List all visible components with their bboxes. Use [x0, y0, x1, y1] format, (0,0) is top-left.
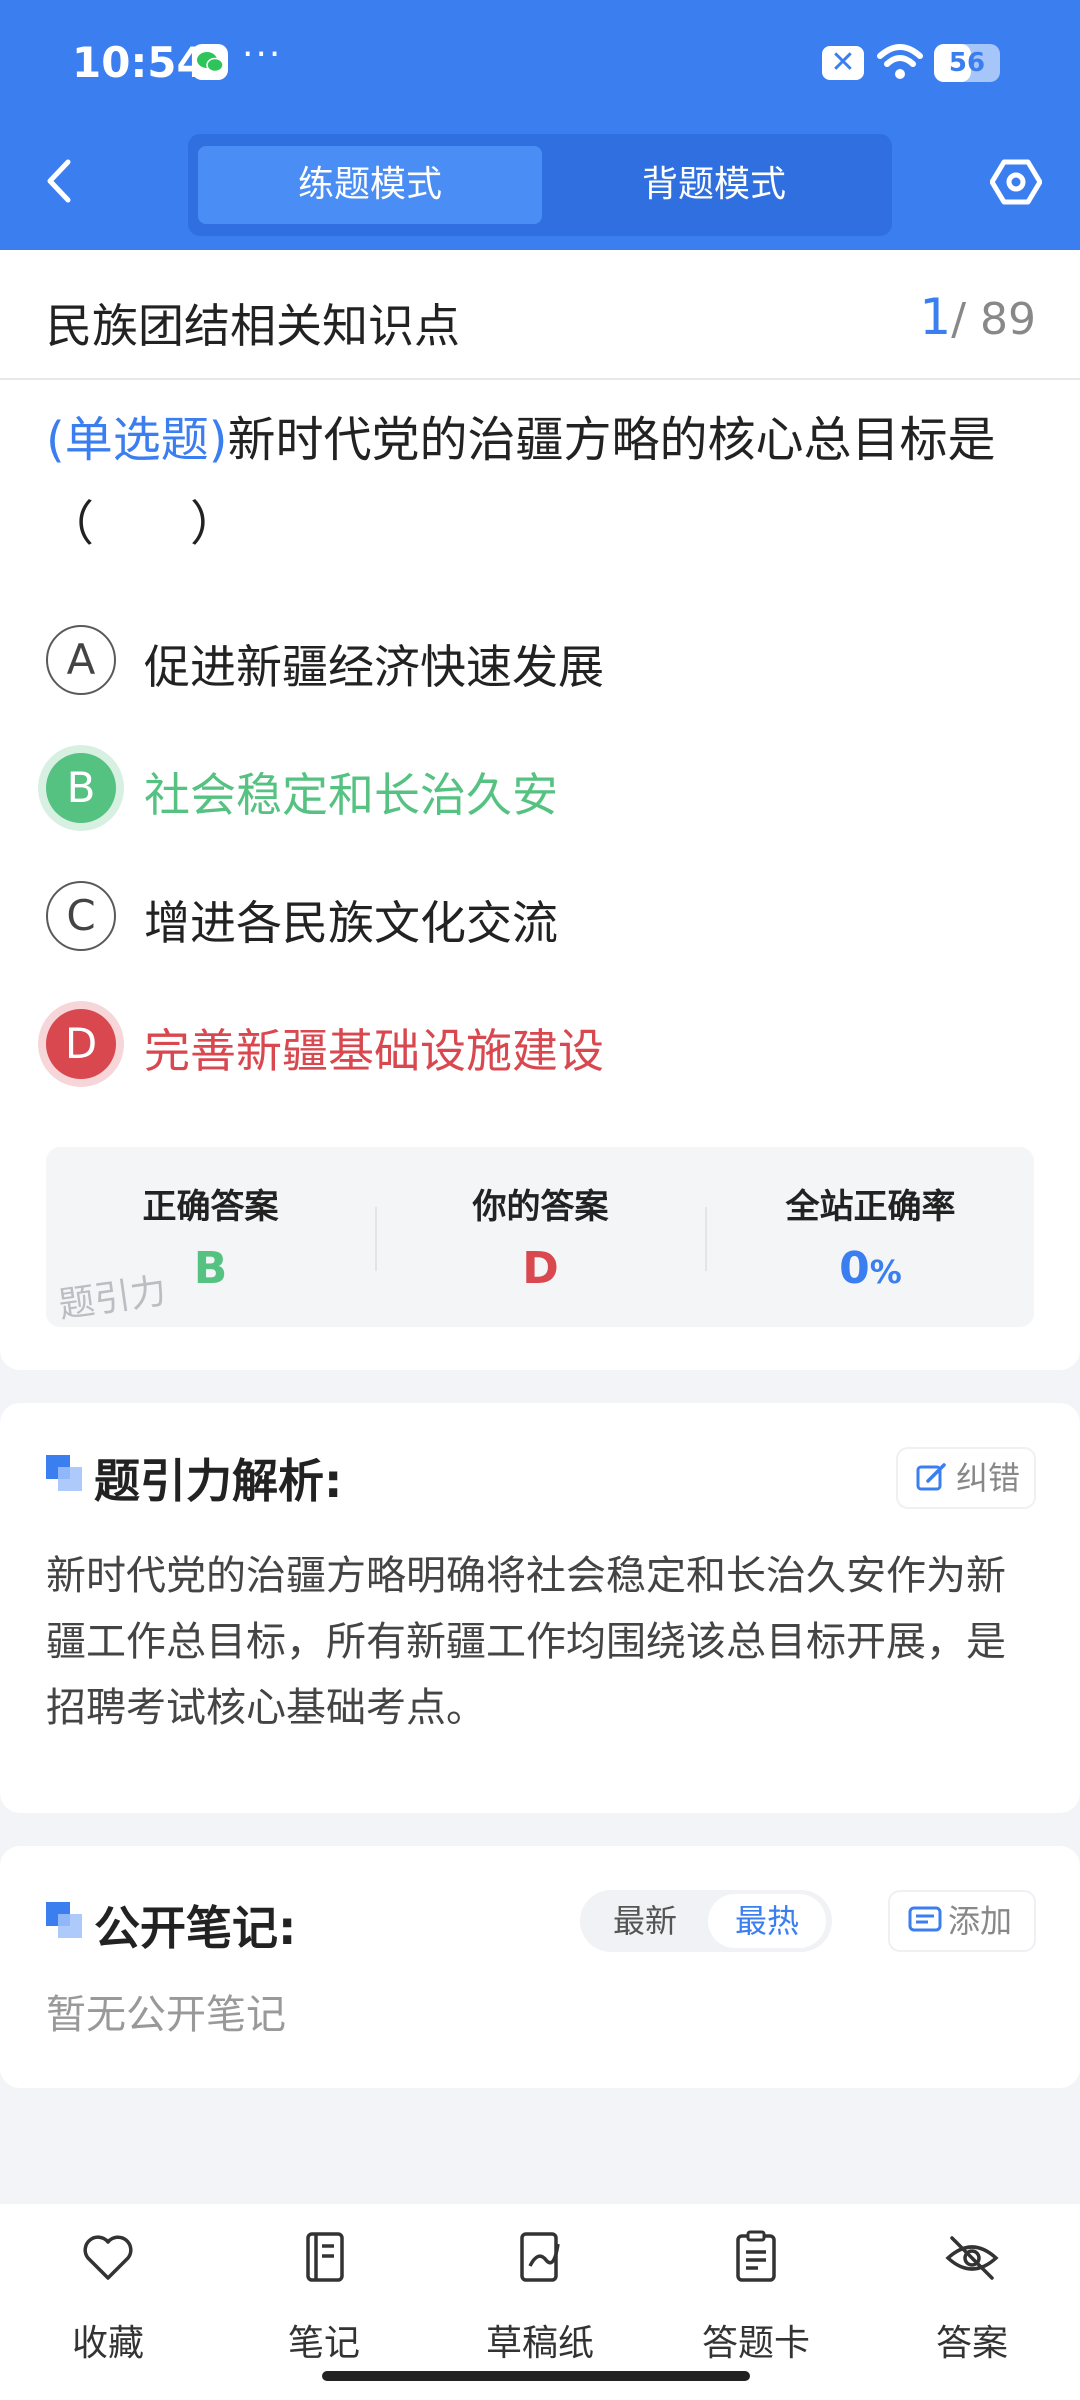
- option-text: 完善新疆基础设施建设: [144, 1024, 604, 1078]
- wifi-icon: [876, 42, 924, 86]
- report-error-button[interactable]: 纠错: [898, 1449, 1034, 1507]
- status-time: 10:54: [72, 38, 206, 87]
- close-badge-icon: ✕: [822, 46, 864, 80]
- option-text: 促进新疆经济快速发展: [144, 640, 604, 694]
- notes-card: 公开笔记: 最新 最热 添加 暂无公开笔记: [0, 1846, 1080, 2088]
- comment-icon: [908, 1906, 942, 1932]
- question-type: (单选题): [46, 412, 228, 468]
- question-progress: 1/ 89: [919, 288, 1036, 346]
- notes-sort-switch: 最新 最热: [580, 1890, 832, 1952]
- option-letter: A: [46, 625, 116, 695]
- battery-icon: 56: [934, 44, 1000, 82]
- tab-practice-mode[interactable]: 练题模式: [198, 146, 542, 224]
- tab-label: 收藏: [71, 2323, 144, 2364]
- more-status-icon: ···: [242, 34, 283, 75]
- eye-off-icon: [945, 2236, 999, 2280]
- battery-level: 56: [948, 48, 986, 78]
- sort-hot[interactable]: 最热: [708, 1894, 826, 1948]
- option-text: 社会稳定和长治久安: [144, 768, 558, 822]
- topic-title: 民族团结相关知识点: [46, 299, 460, 353]
- app-header: 10:54 ··· ✕ 56 练题模式 背题模式: [0, 0, 1080, 250]
- option-letter: B: [46, 753, 116, 823]
- option-d[interactable]: D 完善新疆基础设施建设: [46, 1009, 1036, 1089]
- tab-label: 草稿纸: [485, 2323, 594, 2364]
- accuracy-number: 0: [839, 1243, 870, 1294]
- your-answer-value: D: [522, 1243, 559, 1294]
- add-note-button[interactable]: 添加: [890, 1892, 1034, 1950]
- divider: [0, 378, 1080, 380]
- notes-empty-text: 暂无公开笔记: [46, 1992, 286, 2038]
- your-answer-label: 你的答案: [472, 1187, 609, 1227]
- option-c[interactable]: C 增进各民族文化交流: [46, 881, 1036, 961]
- mode-switch: 练题模式 背题模式: [188, 134, 892, 236]
- option-b[interactable]: B 社会稳定和长治久安: [46, 753, 1036, 833]
- accuracy-label: 全站正确率: [785, 1187, 956, 1227]
- notes-title: 公开笔记:: [94, 1901, 297, 1955]
- add-note-label: 添加: [948, 1902, 1013, 1940]
- option-a[interactable]: A 促进新疆经济快速发展: [46, 625, 1036, 705]
- section-icon: [46, 1455, 84, 1493]
- accuracy-value: 0%: [706, 1243, 1035, 1294]
- back-icon[interactable]: [44, 158, 74, 208]
- tab-answer[interactable]: 答案: [864, 2230, 1080, 2370]
- notebook-icon: [306, 2232, 344, 2282]
- accuracy-unit: %: [869, 1253, 902, 1291]
- progress-total: / 89: [951, 294, 1036, 345]
- tab-label: 答题卡: [701, 2323, 810, 2364]
- tab-notes[interactable]: 笔记: [216, 2230, 432, 2370]
- option-letter: C: [46, 881, 116, 951]
- analysis-card: 题引力解析: 纠错 新时代党的治疆方略明确将社会稳定和长治久安作为新疆工作总目标…: [0, 1403, 1080, 1813]
- wechat-icon: [192, 44, 228, 80]
- option-letter: D: [46, 1009, 116, 1079]
- accuracy-col: 全站正确率 0%: [706, 1147, 1035, 1327]
- analysis-text: 新时代党的治疆方略明确将社会稳定和长治久安作为新疆工作总目标，所有新疆工作均围绕…: [46, 1553, 1006, 1731]
- tab-memorize-mode[interactable]: 背题模式: [542, 146, 886, 224]
- report-error-label: 纠错: [956, 1459, 1021, 1497]
- answer-summary: 正确答案 B 你的答案 D 全站正确率 0% 题引力: [46, 1147, 1034, 1327]
- tab-answer-card[interactable]: 答题卡: [648, 2230, 864, 2370]
- correct-answer-label: 正确答案: [142, 1187, 279, 1227]
- edit-icon: [916, 1463, 946, 1491]
- tab-label: 笔记: [287, 2323, 360, 2364]
- tab-draft[interactable]: 草稿纸: [432, 2230, 648, 2370]
- analysis-title: 题引力解析:: [94, 1454, 343, 1508]
- draft-icon: [520, 2232, 560, 2282]
- section-icon: [46, 1902, 84, 1940]
- question-card: 民族团结相关知识点 1/ 89 (单选题)新时代党的治疆方略的核心总目标是（ ）…: [0, 250, 1080, 1370]
- tab-label: 答案: [935, 2323, 1008, 2364]
- heart-icon: [83, 2235, 133, 2280]
- progress-current: 1: [919, 288, 952, 346]
- home-indicator: [322, 2371, 750, 2381]
- question-text: (单选题)新时代党的治疆方略的核心总目标是（ ）: [46, 398, 1036, 566]
- your-answer-col: 你的答案 D: [376, 1147, 705, 1327]
- answer-card-icon: [736, 2230, 776, 2282]
- settings-icon[interactable]: [989, 158, 1043, 210]
- tab-favorite[interactable]: 收藏: [0, 2230, 216, 2370]
- sort-latest[interactable]: 最新: [586, 1894, 704, 1948]
- option-text: 增进各民族文化交流: [144, 896, 558, 950]
